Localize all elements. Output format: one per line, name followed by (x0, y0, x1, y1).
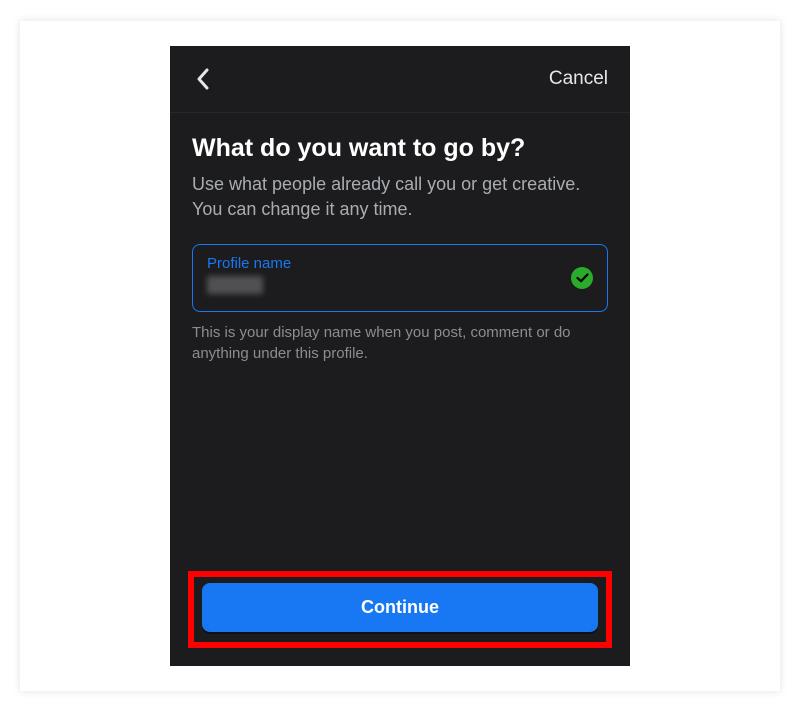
page-subtitle: Use what people already call you or get … (192, 172, 608, 222)
phone-screen: Cancel What do you want to go by? Use wh… (170, 46, 630, 666)
main-content: What do you want to go by? Use what peop… (170, 113, 630, 365)
valid-check-icon (571, 267, 593, 289)
outer-frame: Cancel What do you want to go by? Use wh… (20, 21, 780, 691)
continue-button[interactable]: Continue (202, 583, 598, 632)
chevron-left-icon (196, 68, 210, 90)
back-button[interactable] (188, 64, 218, 94)
footer: Continue (170, 571, 630, 648)
profile-name-field[interactable]: Profile name (192, 244, 608, 312)
annotation-highlight: Continue (188, 571, 612, 648)
cancel-button[interactable]: Cancel (549, 68, 608, 90)
header: Cancel (170, 46, 630, 113)
help-text: This is your display name when you post,… (192, 322, 608, 364)
input-label: Profile name (207, 255, 593, 272)
page-title: What do you want to go by? (192, 133, 608, 164)
input-value (207, 276, 263, 294)
